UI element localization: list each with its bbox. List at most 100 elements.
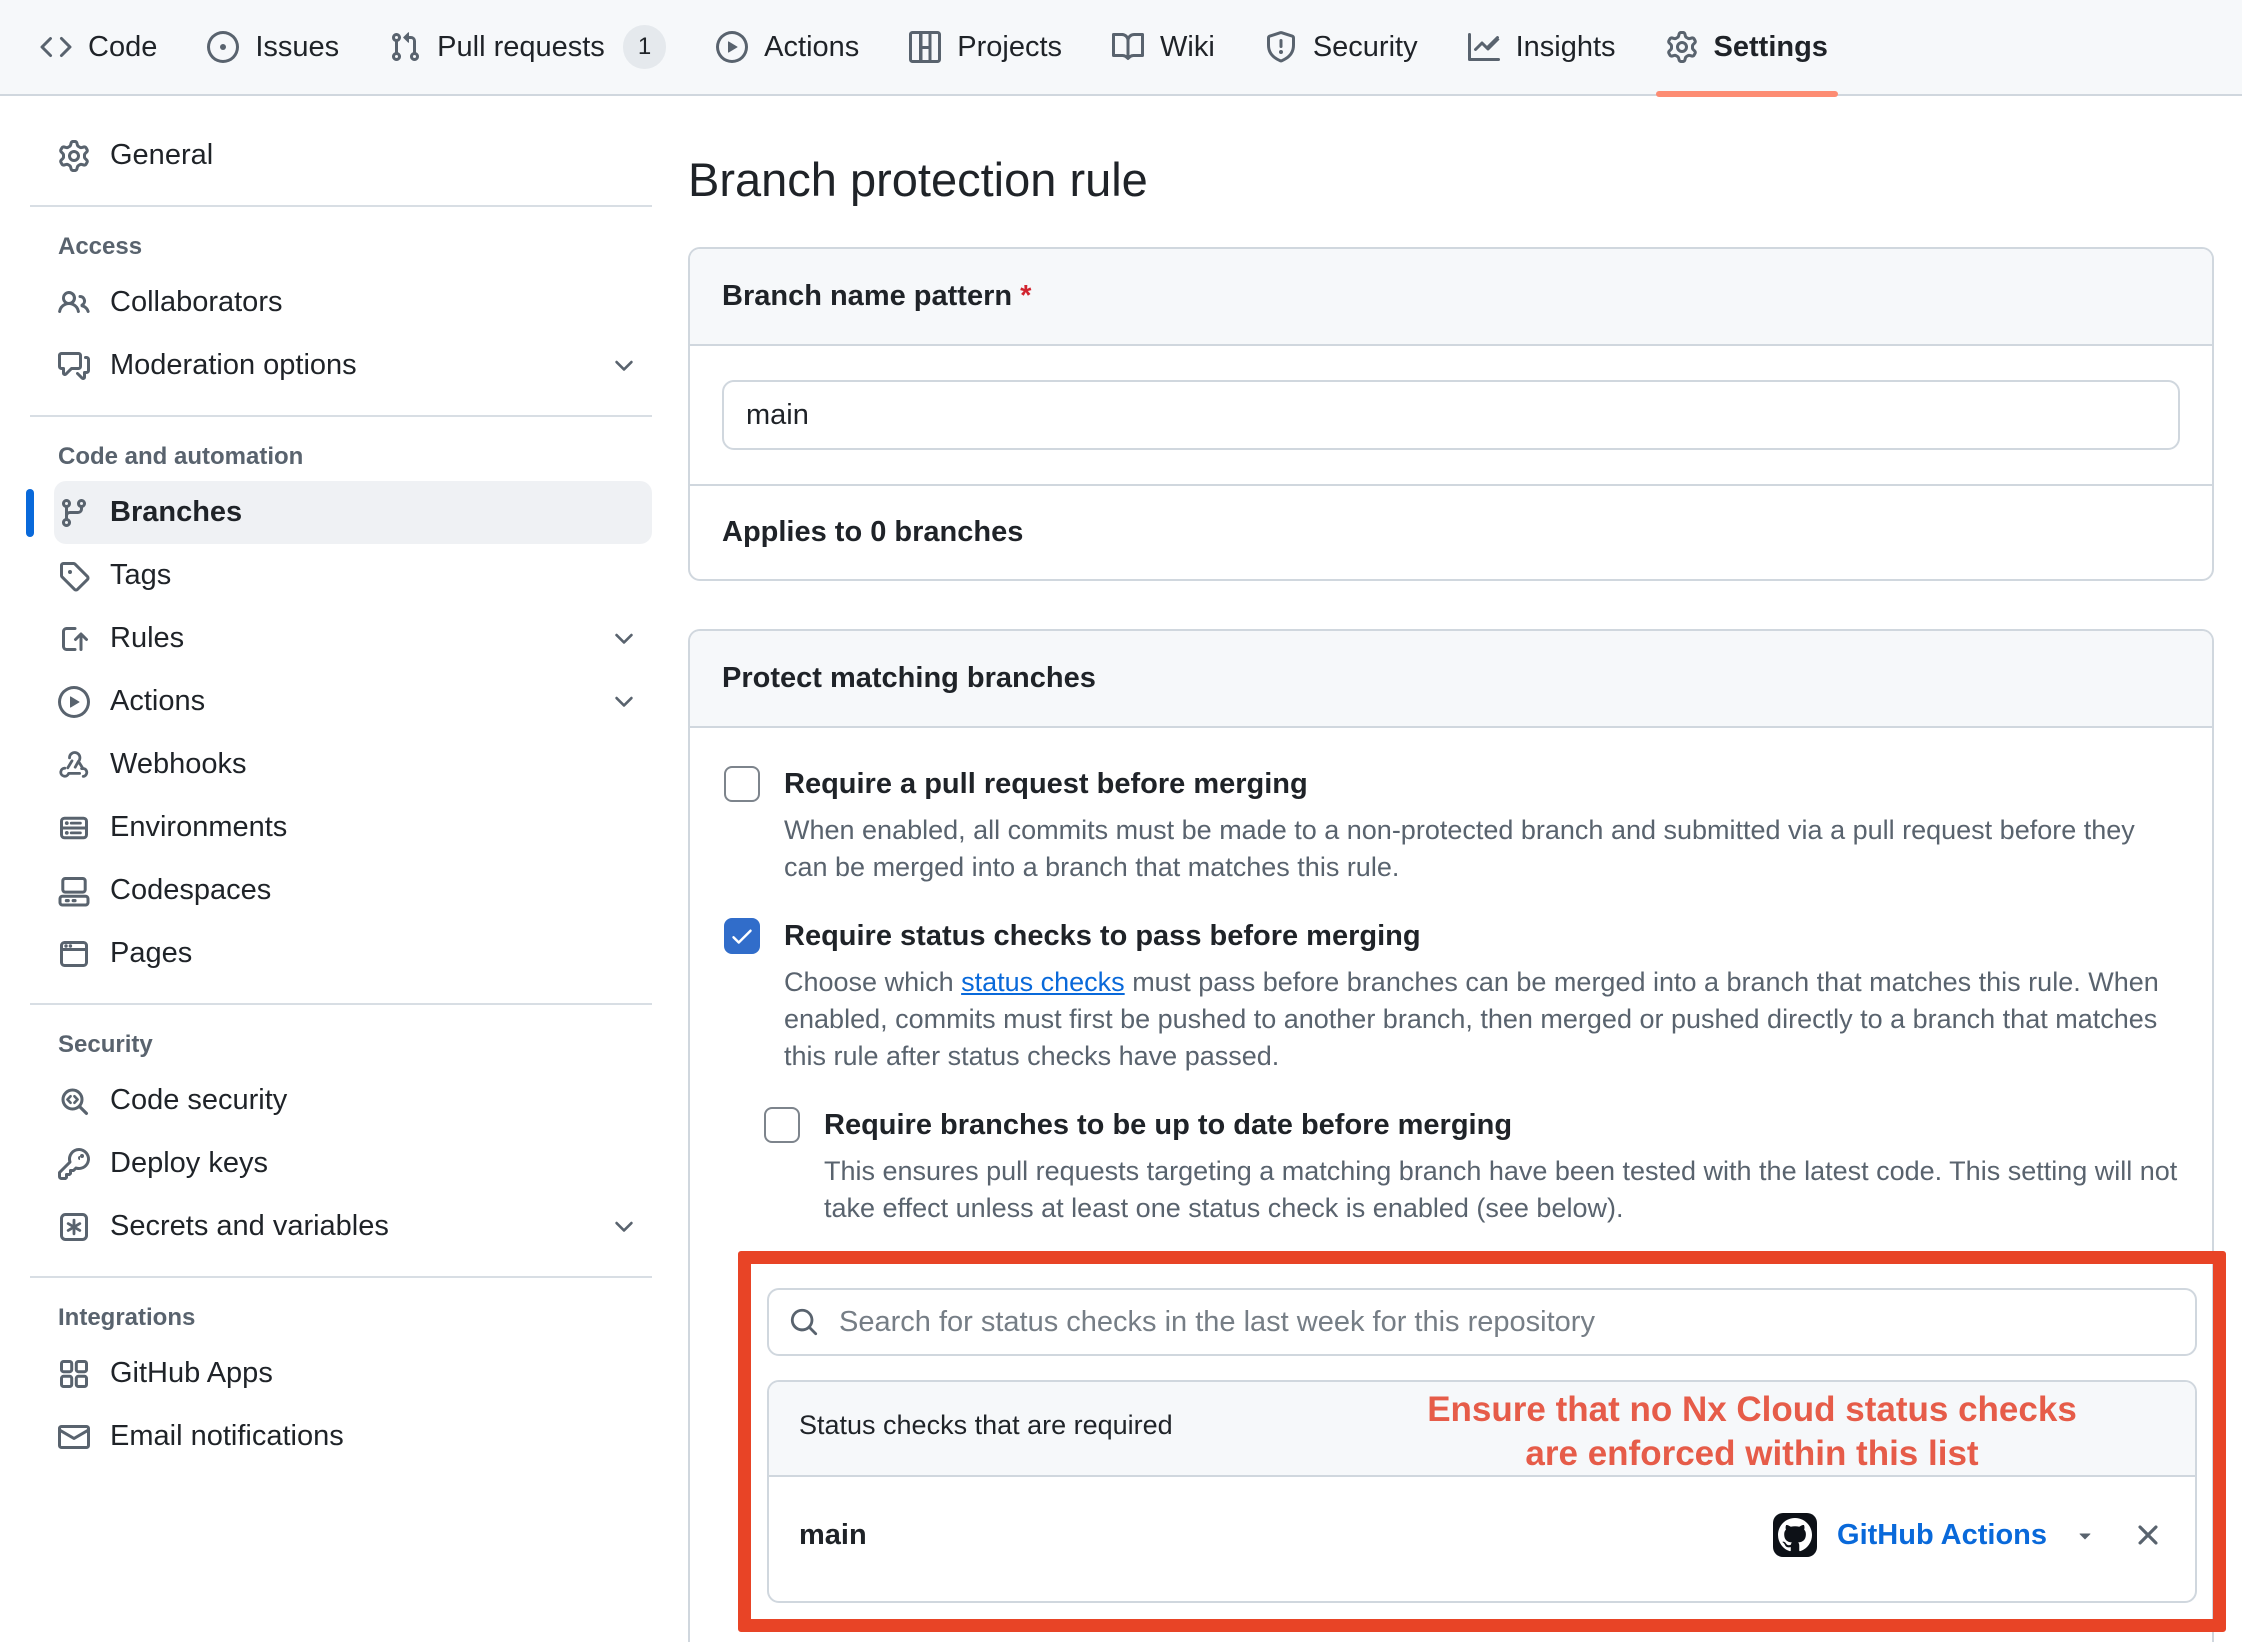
sidebar-item-label: Tags	[110, 559, 171, 592]
annotation-highlight-box: Status checks that are required Ensure t…	[738, 1251, 2226, 1632]
sidebar-item-actions[interactable]: Actions	[54, 670, 652, 733]
sidebar-item-label: Codespaces	[110, 874, 271, 907]
tab-label: Issues	[255, 31, 339, 64]
mail-icon	[58, 1421, 90, 1453]
sidebar-item-deploy-keys[interactable]: Deploy keys	[54, 1132, 652, 1195]
browser-icon	[58, 938, 90, 970]
status-check-name: main	[799, 1519, 867, 1552]
github-actions-app-link[interactable]: GitHub Actions	[1837, 1519, 2047, 1552]
required-status-checks-title: Status checks that are required	[799, 1410, 1173, 1440]
checkbox-description: This ensures pull requests targeting a m…	[824, 1153, 2180, 1227]
tab-wiki[interactable]: Wiki	[1102, 0, 1225, 95]
github-mark-icon	[1778, 1518, 1812, 1552]
tab-code[interactable]: Code	[30, 0, 167, 95]
tab-projects[interactable]: Projects	[899, 0, 1072, 95]
sidebar-item-label: Branches	[110, 496, 242, 529]
sidebar-item-email-notifications[interactable]: Email notifications	[54, 1405, 652, 1468]
play-icon	[716, 31, 748, 63]
sidebar-item-moderation-options[interactable]: Moderation options	[54, 334, 652, 397]
sidebar-item-codespaces[interactable]: Codespaces	[54, 859, 652, 922]
sidebar-divider	[30, 415, 652, 417]
tab-insights[interactable]: Insights	[1458, 0, 1626, 95]
annotation-line-1: Ensure that no Nx Cloud status checks	[1329, 1388, 2175, 1432]
branch-name-pattern-header: Branch name pattern*	[690, 249, 2212, 346]
branch-name-pattern-label: Branch name pattern	[722, 280, 1012, 312]
status-check-row: main GitHub Actions	[769, 1477, 2195, 1601]
sidebar-item-label: Email notifications	[110, 1420, 344, 1453]
pull-requests-count-badge: 1	[623, 25, 666, 69]
tab-issues[interactable]: Issues	[197, 0, 349, 95]
sidebar-item-code-security[interactable]: Code security	[54, 1069, 652, 1132]
comment-discussion-icon	[58, 350, 90, 382]
status-check-search	[767, 1288, 2197, 1356]
sidebar-item-rules[interactable]: Rules	[54, 607, 652, 670]
sidebar-section-integrations: Integrations	[58, 1304, 652, 1332]
tab-settings[interactable]: Settings	[1656, 0, 1838, 95]
sidebar-item-label: Moderation options	[110, 349, 357, 382]
tab-label: Projects	[957, 31, 1062, 64]
require-status-checks-text: Require status checks to pass before mer…	[784, 916, 2164, 1075]
sidebar-item-secrets-variables[interactable]: Secrets and variables	[54, 1195, 652, 1258]
protect-matching-branches-body: Require a pull request before merging Wh…	[690, 728, 2212, 1642]
codespaces-icon	[58, 875, 90, 907]
sidebar-item-tags[interactable]: Tags	[54, 544, 652, 607]
tab-label: Security	[1313, 31, 1418, 64]
gear-icon	[1666, 31, 1698, 63]
tab-actions[interactable]: Actions	[706, 0, 869, 95]
book-icon	[1112, 31, 1144, 63]
status-check-row-actions: GitHub Actions	[1773, 1513, 2165, 1557]
caret-down-icon[interactable]	[2073, 1523, 2097, 1547]
sidebar-divider	[30, 205, 652, 207]
sidebar-item-label: Webhooks	[110, 748, 247, 781]
require-pull-request-checkbox[interactable]	[724, 766, 760, 802]
sidebar-item-label: Secrets and variables	[110, 1210, 389, 1243]
sidebar-item-environments[interactable]: Environments	[54, 796, 652, 859]
branch-protection-main: Branch protection rule Branch name patte…	[688, 96, 2214, 1642]
require-pull-request-row: Require a pull request before merging Wh…	[724, 764, 2180, 886]
status-checks-link[interactable]: status checks	[961, 967, 1125, 997]
key-icon	[58, 1148, 90, 1180]
settings-sidebar: General Access Collaborators Moderation …	[0, 96, 688, 1468]
require-status-checks-row: Require status checks to pass before mer…	[724, 916, 2180, 1075]
tab-security[interactable]: Security	[1255, 0, 1428, 95]
protect-matching-branches-card: Protect matching branches Require a pull…	[688, 629, 2214, 1642]
branch-name-pattern-body	[690, 346, 2212, 484]
checkbox-label: Require a pull request before merging	[784, 764, 2164, 804]
sidebar-item-github-apps[interactable]: GitHub Apps	[54, 1342, 652, 1405]
tab-pull-requests[interactable]: Pull requests 1	[379, 0, 676, 95]
sidebar-item-label: General	[110, 139, 213, 172]
sidebar-item-general[interactable]: General	[54, 124, 652, 187]
require-pull-request-text: Require a pull request before merging Wh…	[784, 764, 2164, 886]
shield-icon	[1265, 31, 1297, 63]
server-icon	[58, 812, 90, 844]
people-icon	[58, 287, 90, 319]
applies-to-branches-text: Applies to 0 branches	[690, 484, 2212, 579]
remove-status-check-icon[interactable]	[2131, 1518, 2165, 1552]
sidebar-item-branches[interactable]: Branches	[54, 481, 652, 544]
tab-label: Code	[88, 31, 157, 64]
tab-label: Insights	[1516, 31, 1616, 64]
required-status-checks-header: Status checks that are required Ensure t…	[769, 1382, 2195, 1477]
branch-name-pattern-input[interactable]	[722, 380, 2180, 450]
sidebar-section-security: Security	[58, 1031, 652, 1059]
checkbox-description: Choose which status checks must pass bef…	[784, 964, 2164, 1075]
search-icon	[789, 1307, 819, 1337]
require-up-to-date-row: Require branches to be up to date before…	[764, 1105, 2180, 1227]
require-up-to-date-checkbox[interactable]	[764, 1107, 800, 1143]
tab-label: Pull requests	[437, 31, 605, 64]
require-status-checks-checkbox[interactable]	[724, 918, 760, 954]
codescan-icon	[58, 1085, 90, 1117]
page-title: Branch protection rule	[688, 152, 2214, 207]
repo-tab-nav: Code Issues Pull requests 1 Actions Proj…	[0, 0, 2242, 96]
sidebar-item-pages[interactable]: Pages	[54, 922, 652, 985]
require-up-to-date-text: Require branches to be up to date before…	[824, 1105, 2180, 1227]
apps-icon	[58, 1358, 90, 1390]
sidebar-item-webhooks[interactable]: Webhooks	[54, 733, 652, 796]
sidebar-item-collaborators[interactable]: Collaborators	[54, 271, 652, 334]
github-settings-page: Code Issues Pull requests 1 Actions Proj…	[0, 0, 2242, 1642]
chevron-down-icon	[610, 625, 638, 653]
sidebar-item-label: Environments	[110, 811, 287, 844]
sidebar-item-label: Rules	[110, 622, 184, 655]
status-check-search-input[interactable]	[767, 1288, 2197, 1356]
play-icon	[58, 686, 90, 718]
